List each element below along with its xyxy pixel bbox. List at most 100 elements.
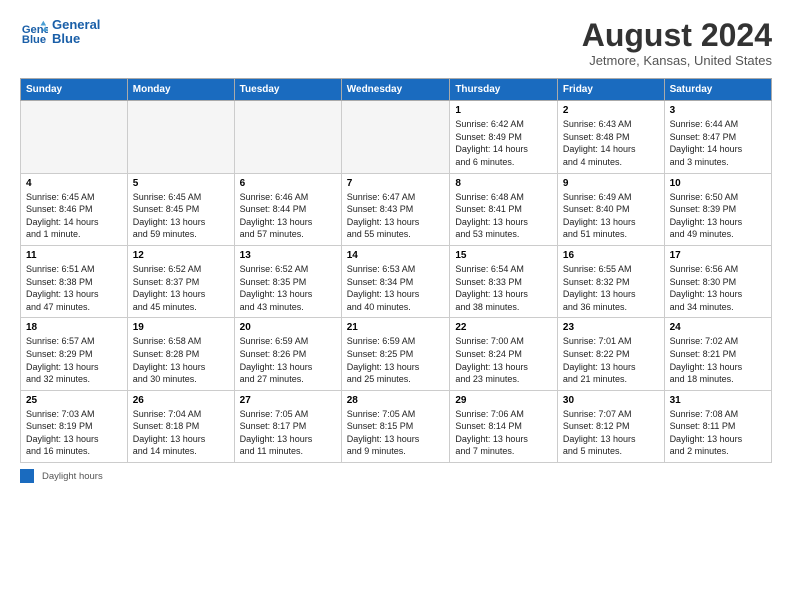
day-number: 15 (455, 250, 552, 261)
table-row: 23 Sunrise: 7:01 AMSunset: 8:22 PMDayligh… (557, 318, 664, 390)
day-info: Sunrise: 6:57 AMSunset: 8:29 PMDaylight:… (26, 335, 122, 385)
day-info: Sunrise: 6:45 AMSunset: 8:46 PMDaylight:… (26, 191, 122, 241)
day-info: Sunrise: 6:58 AMSunset: 8:28 PMDaylight:… (133, 335, 229, 385)
day-info: Sunrise: 6:50 AMSunset: 8:39 PMDaylight:… (670, 191, 766, 241)
day-info: Sunrise: 7:06 AMSunset: 8:14 PMDaylight:… (455, 408, 552, 458)
day-number: 13 (240, 250, 336, 261)
calendar: SundayMondayTuesdayWednesdayThursdayFrid… (20, 78, 772, 463)
day-number: 4 (26, 178, 122, 189)
day-number: 26 (133, 395, 229, 406)
day-number: 23 (563, 322, 659, 333)
day-number: 22 (455, 322, 552, 333)
day-info: Sunrise: 7:01 AMSunset: 8:22 PMDaylight:… (563, 335, 659, 385)
day-number: 18 (26, 322, 122, 333)
day-info: Sunrise: 6:46 AMSunset: 8:44 PMDaylight:… (240, 191, 336, 241)
title-area: August 2024 Jetmore, Kansas, United Stat… (582, 18, 772, 68)
day-number: 12 (133, 250, 229, 261)
table-row: 24Sunrise: 7:02 AMSunset: 8:21 PMDayligh… (664, 318, 771, 390)
logo-line1: General (52, 18, 100, 32)
table-row: 26 Sunrise: 7:04 AMSunset: 8:18 PMDayligh… (127, 390, 234, 462)
day-number: 14 (347, 250, 445, 261)
table-row: 5 Sunrise: 6:45 AMSunset: 8:45 PMDaylight… (127, 173, 234, 245)
table-row: 28 Sunrise: 7:05 AMSunset: 8:15 PMDayligh… (341, 390, 450, 462)
table-row: 4 Sunrise: 6:45 AMSunset: 8:46 PMDaylight… (21, 173, 128, 245)
table-row (21, 101, 128, 173)
day-info: Sunrise: 6:44 AMSunset: 8:47 PMDaylight:… (670, 118, 766, 168)
day-info: Sunrise: 7:07 AMSunset: 8:12 PMDaylight:… (563, 408, 659, 458)
col-header-wednesday: Wednesday (341, 79, 450, 101)
day-number: 20 (240, 322, 336, 333)
legend: Daylight hours (20, 469, 772, 483)
col-header-tuesday: Tuesday (234, 79, 341, 101)
day-info: Sunrise: 7:05 AMSunset: 8:17 PMDaylight:… (240, 408, 336, 458)
logo-icon: General Blue (20, 18, 48, 46)
day-number: 31 (670, 395, 766, 406)
table-row: 21 Sunrise: 6:59 AMSunset: 8:25 PMDayligh… (341, 318, 450, 390)
day-number: 28 (347, 395, 445, 406)
day-number: 10 (670, 178, 766, 189)
logo: General Blue General Blue (20, 18, 100, 47)
table-row: 27 Sunrise: 7:05 AMSunset: 8:17 PMDayligh… (234, 390, 341, 462)
day-number: 19 (133, 322, 229, 333)
day-info: Sunrise: 7:03 AMSunset: 8:19 PMDaylight:… (26, 408, 122, 458)
day-info: Sunrise: 6:42 AMSunset: 8:49 PMDaylight:… (455, 118, 552, 168)
day-number: 8 (455, 178, 552, 189)
day-info: Sunrise: 6:59 AMSunset: 8:25 PMDaylight:… (347, 335, 445, 385)
day-info: Sunrise: 6:56 AMSunset: 8:30 PMDaylight:… (670, 263, 766, 313)
table-row: 7Sunrise: 6:47 AMSunset: 8:43 PMDaylight… (341, 173, 450, 245)
day-info: Sunrise: 6:52 AMSunset: 8:37 PMDaylight:… (133, 263, 229, 313)
table-row: 3 Sunrise: 6:44 AMSunset: 8:47 PMDaylight… (664, 101, 771, 173)
legend-label: Daylight hours (42, 471, 103, 482)
logo-line2: Blue (52, 32, 100, 46)
table-row: 18 Sunrise: 6:57 AMSunset: 8:29 PMDayligh… (21, 318, 128, 390)
day-number: 30 (563, 395, 659, 406)
legend-box (20, 469, 34, 483)
day-number: 3 (670, 105, 766, 116)
day-info: Sunrise: 6:59 AMSunset: 8:26 PMDaylight:… (240, 335, 336, 385)
day-info: Sunrise: 7:08 AMSunset: 8:11 PMDaylight:… (670, 408, 766, 458)
day-info: Sunrise: 6:45 AMSunset: 8:45 PMDaylight:… (133, 191, 229, 241)
table-row (341, 101, 450, 173)
day-info: Sunrise: 7:04 AMSunset: 8:18 PMDaylight:… (133, 408, 229, 458)
location: Jetmore, Kansas, United States (582, 53, 772, 68)
table-row: 6 Sunrise: 6:46 AMSunset: 8:44 PMDaylight… (234, 173, 341, 245)
day-info: Sunrise: 6:55 AMSunset: 8:32 PMDaylight:… (563, 263, 659, 313)
table-row: 31 Sunrise: 7:08 AMSunset: 8:11 PMDayligh… (664, 390, 771, 462)
day-info: Sunrise: 6:52 AMSunset: 8:35 PMDaylight:… (240, 263, 336, 313)
col-header-friday: Friday (557, 79, 664, 101)
table-row: 11 Sunrise: 6:51 AMSunset: 8:38 PMDayligh… (21, 245, 128, 317)
col-header-monday: Monday (127, 79, 234, 101)
day-number: 1 (455, 105, 552, 116)
day-number: 29 (455, 395, 552, 406)
header: General Blue General Blue August 2024 Je… (20, 18, 772, 68)
day-number: 5 (133, 178, 229, 189)
day-info: Sunrise: 6:43 AMSunset: 8:48 PMDaylight:… (563, 118, 659, 168)
table-row: 12 Sunrise: 6:52 AMSunset: 8:37 PMDayligh… (127, 245, 234, 317)
page: General Blue General Blue August 2024 Je… (0, 0, 792, 612)
day-number: 27 (240, 395, 336, 406)
day-info: Sunrise: 6:51 AMSunset: 8:38 PMDaylight:… (26, 263, 122, 313)
day-number: 6 (240, 178, 336, 189)
day-number: 25 (26, 395, 122, 406)
table-row: 2Sunrise: 6:43 AMSunset: 8:48 PMDaylight… (557, 101, 664, 173)
table-row: 14 Sunrise: 6:53 AMSunset: 8:34 PMDayligh… (341, 245, 450, 317)
table-row (127, 101, 234, 173)
table-row: 19 Sunrise: 6:58 AMSunset: 8:28 PMDayligh… (127, 318, 234, 390)
col-header-thursday: Thursday (450, 79, 558, 101)
table-row: 22Sunrise: 7:00 AMSunset: 8:24 PMDayligh… (450, 318, 558, 390)
day-info: Sunrise: 6:53 AMSunset: 8:34 PMDaylight:… (347, 263, 445, 313)
day-info: Sunrise: 6:54 AMSunset: 8:33 PMDaylight:… (455, 263, 552, 313)
table-row: 9Sunrise: 6:49 AMSunset: 8:40 PMDaylight… (557, 173, 664, 245)
table-row: 16Sunrise: 6:55 AMSunset: 8:32 PMDayligh… (557, 245, 664, 317)
month-title: August 2024 (582, 18, 772, 53)
table-row: 17 Sunrise: 6:56 AMSunset: 8:30 PMDayligh… (664, 245, 771, 317)
day-number: 17 (670, 250, 766, 261)
day-info: Sunrise: 7:05 AMSunset: 8:15 PMDaylight:… (347, 408, 445, 458)
day-info: Sunrise: 6:49 AMSunset: 8:40 PMDaylight:… (563, 191, 659, 241)
table-row: 20 Sunrise: 6:59 AMSunset: 8:26 PMDayligh… (234, 318, 341, 390)
col-header-sunday: Sunday (21, 79, 128, 101)
day-number: 21 (347, 322, 445, 333)
table-row: 10 Sunrise: 6:50 AMSunset: 8:39 PMDayligh… (664, 173, 771, 245)
day-number: 11 (26, 250, 122, 261)
table-row: 8Sunrise: 6:48 AMSunset: 8:41 PMDaylight… (450, 173, 558, 245)
